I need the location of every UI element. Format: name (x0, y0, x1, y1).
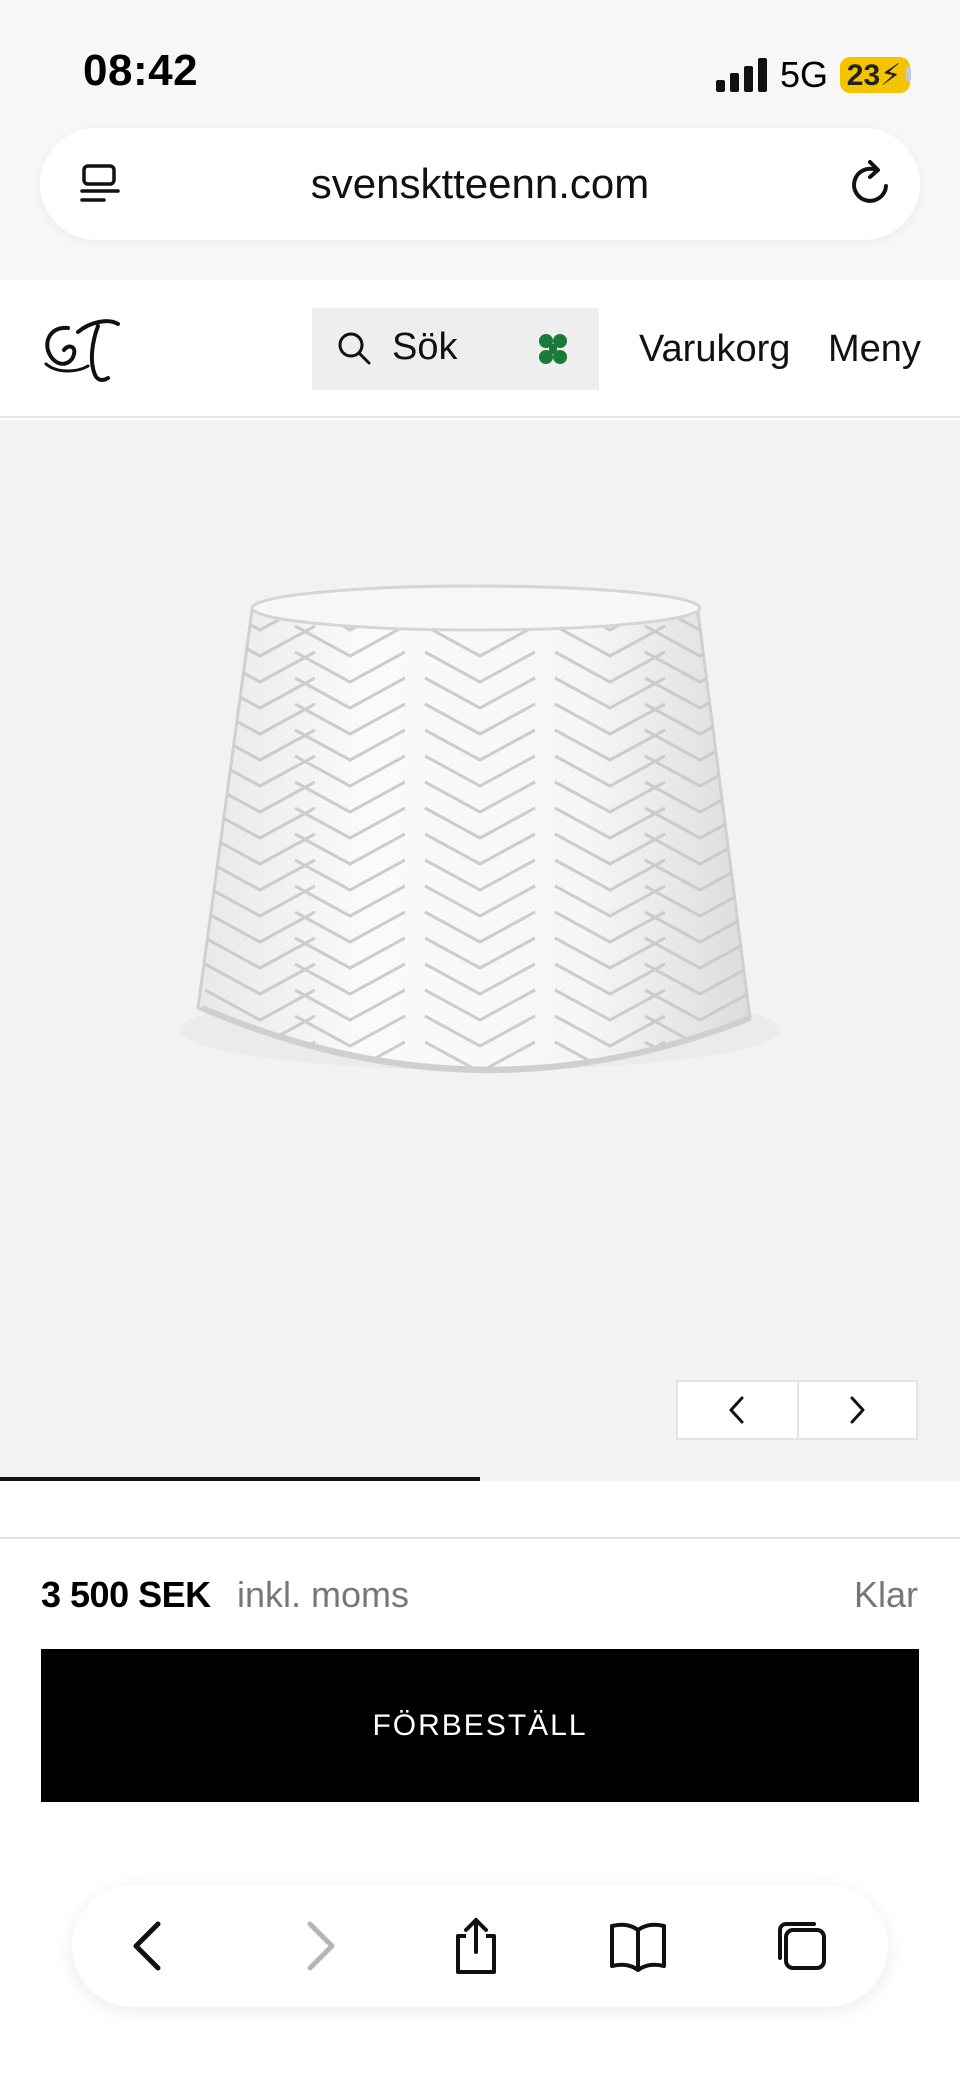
signal-icon (716, 58, 767, 92)
tabs-icon[interactable] (772, 1916, 832, 1976)
battery-level: 23⚡ (846, 59, 902, 92)
glass-chevron-pattern (204, 1066, 316, 1072)
menu-link[interactable]: Meny (828, 328, 921, 371)
glass-chevron-pattern (644, 1066, 750, 1072)
tax-note: inkl. moms (237, 1574, 410, 1615)
battery-tip (906, 67, 911, 81)
glass-chevron-pattern (645, 1094, 755, 1120)
search-label[interactable]: Sök (392, 326, 457, 369)
forward-icon[interactable] (288, 1916, 348, 1976)
url-text[interactable]: svensktteenn.com (180, 160, 780, 208)
search-icon (338, 332, 371, 365)
cart-link[interactable]: Varukorg (639, 328, 790, 371)
clover-icon (539, 334, 567, 364)
bookmarks-icon[interactable] (608, 1916, 668, 1976)
brand-logo[interactable] (38, 306, 124, 390)
glass-chevron-pattern (425, 1094, 535, 1120)
network-label: 5G (780, 54, 829, 95)
glass-chevron-pattern (555, 1094, 665, 1120)
glass-chevron-pattern (554, 1066, 666, 1072)
carousel-nav (676, 1380, 918, 1440)
status-time: 08:42 (83, 46, 199, 95)
chevron-right-icon (850, 1396, 865, 1424)
glass-chevron-pattern (294, 1066, 406, 1072)
back-icon[interactable] (120, 1916, 180, 1976)
product-image[interactable] (180, 560, 780, 1120)
availability-status: Klar (854, 1574, 919, 1615)
carousel-prev-button[interactable] (678, 1382, 797, 1438)
reader-icon[interactable] (78, 162, 122, 206)
reload-icon[interactable] (848, 158, 894, 208)
product-price: 3 500 SEK (41, 1574, 211, 1615)
share-icon[interactable] (446, 1916, 506, 1976)
divider (0, 1537, 960, 1539)
glass-chevron-pattern (295, 1094, 405, 1120)
preorder-button[interactable]: FÖRBESTÄLL (41, 1649, 919, 1802)
chevron-left-icon (729, 1396, 744, 1424)
gallery-progress-fill (0, 1477, 480, 1481)
glass-chevron-pattern (205, 1094, 315, 1120)
carousel-next-button[interactable] (796, 1382, 916, 1438)
